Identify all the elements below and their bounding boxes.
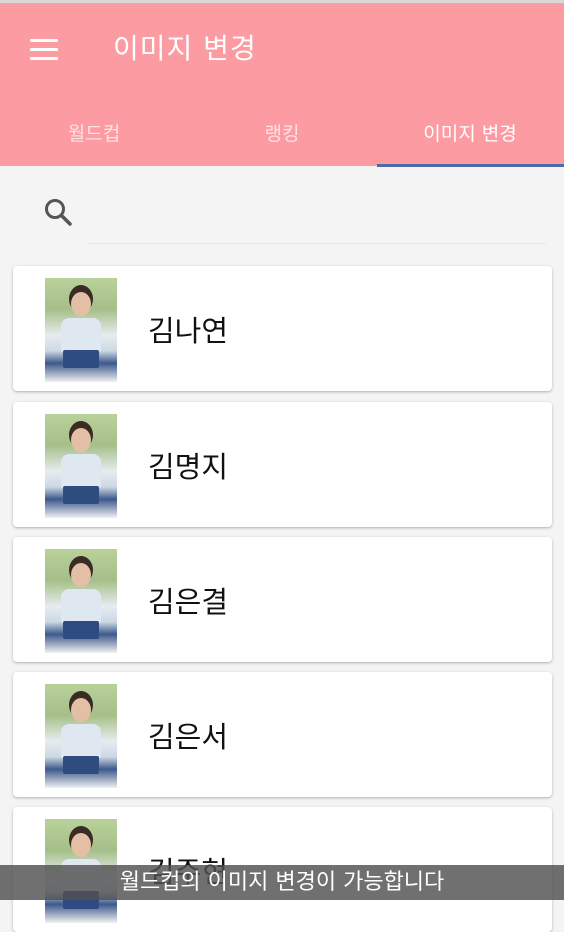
tab-change-image[interactable]: 이미지 변경 [376,98,564,166]
list-item[interactable]: 김은서 [13,672,552,797]
member-name: 김나연 [148,313,229,348]
list-item[interactable]: 김은결 [13,537,552,662]
member-name: 김은결 [148,584,229,619]
search-input[interactable] [88,190,546,244]
tab-worldcup[interactable]: 월드컵 [0,98,188,166]
toast-message: 월드컵의 이미지 변경이 가능합니다 [0,865,564,900]
member-name: 김은서 [148,719,229,754]
member-name: 김명지 [148,449,229,484]
app-bar: 이미지 변경 월드컵 랭킹 이미지 변경 [0,0,564,167]
member-photo [45,278,117,382]
list-item[interactable]: 김나연 [13,266,552,391]
page-title: 이미지 변경 [113,32,257,65]
member-photo [45,549,117,653]
tab-bar: 월드컵 랭킹 이미지 변경 [0,98,564,167]
search-icon[interactable] [42,196,76,230]
menu-icon[interactable] [28,37,62,63]
tab-ranking[interactable]: 랭킹 [188,98,376,166]
list-item[interactable]: 김명지 [13,402,552,527]
member-photo [45,414,117,518]
member-photo [45,684,117,788]
